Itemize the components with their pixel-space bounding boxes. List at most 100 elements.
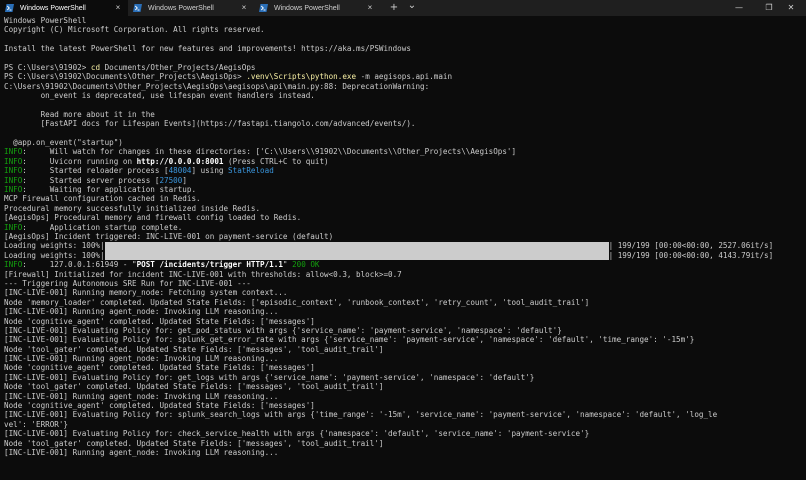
tab-label: Windows PowerShell	[274, 4, 340, 12]
terminal-text: Node 'cognitive_agent' completed. Update…	[4, 363, 315, 373]
terminal-text: Node 'cognitive_agent' completed. Update…	[4, 401, 315, 411]
terminal-text: INFO	[4, 175, 23, 185]
powershell-icon	[133, 4, 142, 12]
terminal-text: Node 'tool_gater' completed. Updated Sta…	[4, 438, 384, 448]
terminal-line: Windows PowerShell	[0, 16, 800, 25]
terminal-text: C:\Users\91902\Documents\Other_Projects\…	[4, 81, 430, 91]
terminal-line: Loading weights: 100%| | 199/199 [00:00<0…	[0, 251, 800, 260]
terminal-text: [AegisOps] Incident triggered: INC-LIVE-…	[4, 231, 334, 241]
terminal-text: "	[282, 260, 293, 270]
title-bar: Windows PowerShell × Windows PowerShell …	[0, 0, 806, 16]
terminal-text: PS C:\Users\91902>	[4, 62, 91, 72]
terminal-line: INFO: Waiting for application startup.	[0, 185, 800, 194]
tab-label: Windows PowerShell	[148, 4, 214, 12]
close-icon[interactable]: ×	[239, 3, 249, 13]
terminal-text: [FastAPI docs for Lifespan Events](https…	[4, 119, 416, 129]
terminal-text: INFO	[4, 147, 23, 157]
terminal-text: Loading weights: 100%|	[4, 250, 105, 260]
terminal-text: [INC-LIVE-001] Running memory_node: Fetc…	[4, 288, 288, 298]
terminal-output[interactable]: Windows PowerShell Copyright (C) Microsof…	[0, 16, 800, 480]
terminal-line: [INC-LIVE-001] Running memory_node: Fetc…	[0, 288, 800, 297]
terminal-line: Node 'memory_loader' completed. Updated …	[0, 298, 800, 307]
terminal-text: INFO	[4, 166, 23, 176]
terminal-text: Node 'tool_gater' completed. Updated Sta…	[4, 382, 384, 392]
terminal-line: on_event is deprecated, use lifespan eve…	[0, 91, 800, 100]
terminal-line: INFO: 127.0.0.1:61949 - "POST /incidents…	[0, 260, 800, 269]
minimize-button[interactable]: —	[724, 0, 754, 16]
powershell-icon	[259, 4, 268, 12]
terminal-text: [INC-LIVE-001] Evaluating Policy for: ge…	[4, 372, 535, 382]
terminal-text: INFO	[4, 260, 23, 270]
terminal-line: Node 'cognitive_agent' completed. Update…	[0, 401, 800, 410]
progress-bar	[104, 241, 609, 251]
terminal-line: INFO: Will watch for changes in these di…	[0, 147, 800, 156]
terminal-text: : 127.0.0.1:61949 - "	[22, 260, 137, 270]
terminal-text: PS C:\Users\91902\Documents\Other_Projec…	[4, 72, 247, 82]
terminal-text: [Firewall] Initialized for incident INC-…	[4, 269, 402, 279]
terminal-line: PS C:\Users\91902\Documents\Other_Projec…	[0, 72, 800, 81]
terminal-text: [INC-LIVE-001] Evaluating Policy for: ge…	[4, 325, 562, 335]
terminal-line: [INC-LIVE-001] Evaluating Policy for: sp…	[0, 335, 800, 344]
terminal-line: [AegisOps] Incident triggered: INC-LIVE-…	[0, 232, 800, 241]
terminal-text: : Will watch for changes in these direct…	[22, 147, 517, 157]
tab-powershell-3[interactable]: Windows PowerShell ×	[254, 0, 380, 16]
terminal-text: [INC-LIVE-001] Running agent_node: Invok…	[4, 354, 279, 364]
terminal-text: MCP Firewall configuration cached in Red…	[4, 194, 201, 204]
terminal-line: [INC-LIVE-001] Evaluating Policy for: ge…	[0, 326, 800, 335]
terminal-text: INFO	[4, 185, 23, 195]
terminal-text: Procedural memory successfully initializ…	[4, 203, 261, 213]
terminal-text: : Started server process [	[22, 175, 160, 185]
tab-powershell-1[interactable]: Windows PowerShell ×	[0, 0, 128, 16]
terminal-text: Copyright (C) Microsoft Corporation. All…	[4, 25, 265, 35]
terminal-line: INFO: Started server process [27500]	[0, 176, 800, 185]
terminal-text: 200 OK	[292, 260, 320, 270]
scrollbar[interactable]	[800, 16, 806, 480]
terminal-text: Node 'cognitive_agent' completed. Update…	[4, 316, 315, 326]
terminal-line: vel': 'ERROR'}	[0, 420, 800, 429]
terminal-text: vel': 'ERROR'}	[4, 419, 69, 429]
terminal-text: Documents/Other_Projects/AegisOps	[100, 62, 256, 72]
terminal-text: [INC-LIVE-001] Evaluating Policy for: ch…	[4, 429, 590, 439]
terminal-text: | 199/199 [00:00<00:00, 2527.06it/s]	[608, 241, 774, 251]
terminal-line: Node 'cognitive_agent' completed. Update…	[0, 363, 800, 372]
terminal-text: (Press CTRL+C to quit)	[223, 156, 329, 166]
terminal-text: INFO	[4, 222, 23, 232]
terminal-line: Procedural memory successfully initializ…	[0, 204, 800, 213]
terminal-text: 27500	[159, 175, 183, 185]
terminal-line: Node 'tool_gater' completed. Updated Sta…	[0, 382, 800, 391]
progress-bar	[104, 250, 609, 260]
terminal-line: [FastAPI docs for Lifespan Events](https…	[0, 119, 800, 128]
terminal-line: INFO: Uvicorn running on http://0.0.0.0:…	[0, 157, 800, 166]
close-icon[interactable]: ×	[365, 3, 375, 13]
close-icon[interactable]: ×	[113, 3, 123, 13]
new-tab-button[interactable]: +	[387, 1, 401, 15]
terminal-line: INFO: Application startup complete.	[0, 223, 800, 232]
terminal-line: PS C:\Users\91902> cd Documents/Other_Pr…	[0, 63, 800, 72]
terminal-text: cd	[90, 62, 101, 72]
tab-dropdown-button[interactable]: ⌄	[405, 1, 419, 15]
terminal-line: --- Triggering Autonomous SRE Run for IN…	[0, 279, 800, 288]
terminal-line: MCP Firewall configuration cached in Red…	[0, 194, 800, 203]
tab-label: Windows PowerShell	[20, 4, 86, 12]
terminal-text: Install the latest PowerShell for new fe…	[4, 44, 411, 54]
terminal-line: [INC-LIVE-001] Evaluating Policy for: ch…	[0, 429, 800, 438]
terminal-text: -m aegisops.api.main	[356, 72, 453, 82]
terminal-line: Node 'cognitive_agent' completed. Update…	[0, 317, 800, 326]
terminal-text: StatReload	[228, 166, 274, 176]
terminal-line: [Firewall] Initialized for incident INC-…	[0, 270, 800, 279]
terminal-line: Read more about it in the	[0, 110, 800, 119]
terminal-line: [INC-LIVE-001] Running agent_node: Invok…	[0, 392, 800, 401]
tab-powershell-2[interactable]: Windows PowerShell ×	[128, 0, 254, 16]
terminal-line: [INC-LIVE-001] Running agent_node: Invok…	[0, 307, 800, 316]
terminal-line: [AegisOps] Procedural memory and firewal…	[0, 213, 800, 222]
terminal-line: Node 'tool_gater' completed. Updated Sta…	[0, 439, 800, 448]
close-window-button[interactable]: ✕	[776, 0, 806, 16]
terminal-text: ] using	[191, 166, 229, 176]
terminal-line: Node 'tool_gater' completed. Updated Sta…	[0, 345, 800, 354]
terminal-text: [INC-LIVE-001] Evaluating Policy for: sp…	[4, 335, 695, 345]
terminal-text: : Waiting for application startup.	[22, 185, 197, 195]
terminal-text: [INC-LIVE-001] Evaluating Policy for: sp…	[4, 410, 718, 420]
terminal-line: C:\Users\91902\Documents\Other_Projects\…	[0, 82, 800, 91]
